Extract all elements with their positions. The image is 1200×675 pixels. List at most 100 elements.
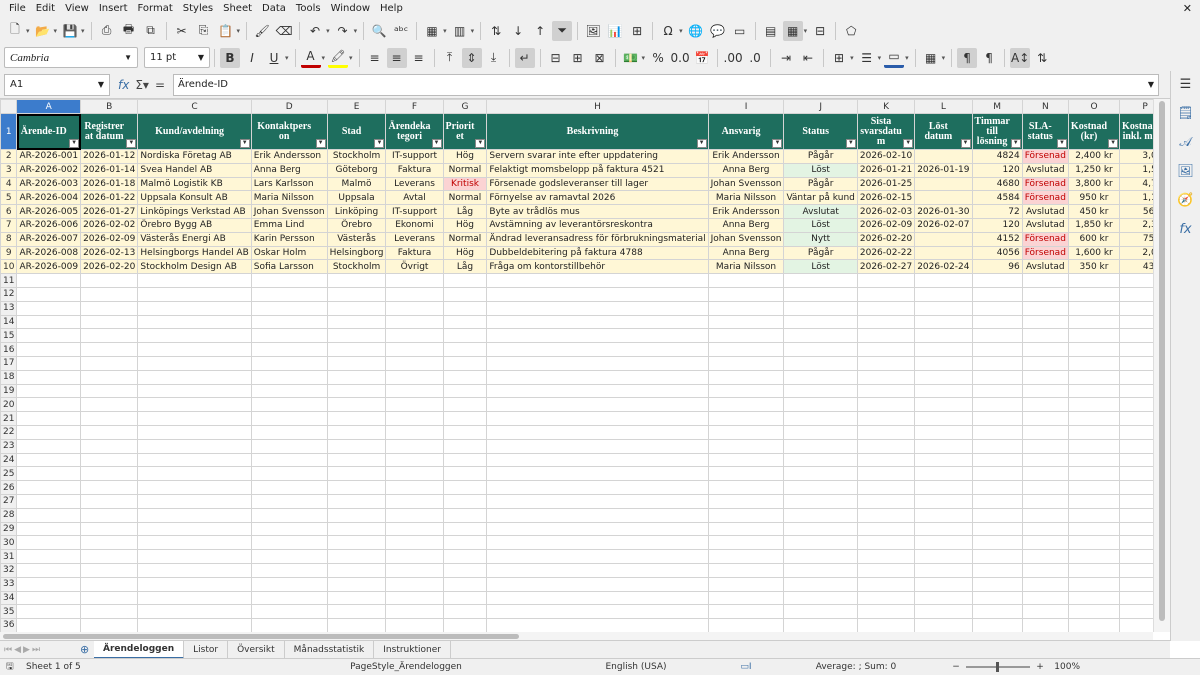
cell[interactable] bbox=[707, 286, 785, 302]
cell[interactable] bbox=[783, 535, 858, 551]
cell[interactable] bbox=[442, 424, 488, 440]
cell[interactable]: 2026-02-02 bbox=[80, 217, 139, 233]
zoom-out-icon[interactable]: − bbox=[946, 662, 966, 672]
cell[interactable] bbox=[856, 549, 916, 564]
cell[interactable] bbox=[783, 273, 858, 288]
cell[interactable] bbox=[442, 300, 488, 316]
cell[interactable] bbox=[326, 618, 387, 632]
font-color-icon[interactable]: A bbox=[300, 48, 321, 68]
cell[interactable]: Pågår bbox=[783, 245, 858, 261]
cell[interactable] bbox=[80, 452, 139, 468]
cell[interactable] bbox=[1067, 342, 1121, 357]
cell[interactable] bbox=[1021, 590, 1069, 606]
cell[interactable] bbox=[783, 452, 858, 468]
cell[interactable] bbox=[385, 355, 444, 371]
cell[interactable] bbox=[1119, 590, 1153, 606]
cell[interactable] bbox=[1021, 507, 1069, 523]
cell[interactable]: Avslutad bbox=[1021, 204, 1069, 219]
menu-styles[interactable]: Styles bbox=[178, 3, 218, 14]
cell[interactable] bbox=[783, 424, 858, 440]
cell[interactable]: 2026-02-20 bbox=[856, 231, 916, 247]
cell[interactable] bbox=[385, 576, 444, 592]
cell[interactable]: Anna Berg bbox=[707, 217, 785, 233]
header-footer-icon[interactable]: ▭ bbox=[730, 21, 750, 41]
row-header[interactable]: 21 bbox=[0, 411, 18, 426]
paste-icon[interactable]: 📋 bbox=[216, 21, 236, 41]
cell[interactable] bbox=[486, 521, 709, 537]
cell[interactable] bbox=[326, 342, 387, 357]
cell[interactable] bbox=[385, 300, 444, 316]
row-header[interactable]: 17 bbox=[0, 355, 18, 371]
cell[interactable] bbox=[16, 562, 82, 578]
select-all-corner[interactable] bbox=[0, 99, 18, 114]
cell[interactable] bbox=[856, 411, 916, 426]
cell[interactable]: Normal bbox=[442, 231, 488, 247]
cell[interactable] bbox=[914, 328, 973, 344]
cell[interactable]: AR-2026-006 bbox=[16, 217, 82, 233]
cell[interactable]: Anna Berg bbox=[707, 162, 785, 178]
clear-formatting-icon[interactable]: ⌫ bbox=[274, 21, 294, 41]
cell[interactable] bbox=[385, 452, 444, 468]
cell[interactable] bbox=[1067, 424, 1121, 440]
cell[interactable]: 2026-01-27 bbox=[80, 204, 139, 219]
cell[interactable]: Erik Andersson bbox=[250, 149, 328, 164]
cell[interactable]: Linköpings Verkstad AB bbox=[137, 204, 252, 219]
cell[interactable] bbox=[971, 273, 1023, 288]
cell[interactable]: Örebro Bygg AB bbox=[137, 217, 252, 233]
row-header[interactable]: 31 bbox=[0, 549, 18, 564]
cell[interactable] bbox=[442, 411, 488, 426]
cell[interactable] bbox=[1021, 411, 1069, 426]
cell[interactable]: 2,313 bbox=[1119, 217, 1153, 233]
cell[interactable] bbox=[80, 355, 139, 371]
cell[interactable] bbox=[442, 604, 488, 620]
column-header-f[interactable]: F bbox=[385, 99, 444, 114]
cell[interactable] bbox=[16, 355, 82, 371]
cell[interactable] bbox=[16, 549, 82, 564]
align-middle-icon[interactable]: ⇕ bbox=[461, 47, 482, 68]
cell[interactable]: 96 bbox=[971, 259, 1023, 275]
autofilter-button[interactable]: ▼ bbox=[126, 139, 137, 148]
cell[interactable] bbox=[971, 328, 1023, 344]
autofilter-button[interactable]: ▼ bbox=[845, 139, 856, 148]
cell[interactable] bbox=[856, 590, 916, 606]
cell[interactable] bbox=[137, 424, 252, 440]
cell[interactable] bbox=[486, 328, 709, 344]
column-header-p[interactable]: P bbox=[1119, 99, 1153, 114]
cell[interactable] bbox=[856, 576, 916, 592]
cell[interactable]: 120 bbox=[971, 217, 1023, 233]
cell[interactable] bbox=[783, 300, 858, 316]
cell[interactable]: Låg bbox=[442, 259, 488, 275]
cell[interactable]: Erik Andersson bbox=[707, 149, 785, 164]
cell[interactable] bbox=[250, 273, 328, 288]
cell[interactable] bbox=[1021, 328, 1069, 344]
cell[interactable] bbox=[1021, 369, 1069, 385]
bold-icon[interactable]: B bbox=[220, 47, 240, 68]
cell[interactable] bbox=[1067, 328, 1121, 344]
cell[interactable] bbox=[914, 466, 973, 482]
cell[interactable]: Löst bbox=[783, 217, 858, 233]
italic-icon[interactable]: I bbox=[242, 48, 262, 68]
cell[interactable] bbox=[914, 493, 973, 509]
cell[interactable] bbox=[1067, 286, 1121, 302]
sheet-tab[interactable]: Instruktioner bbox=[374, 640, 451, 659]
split-window-icon[interactable]: ⊟ bbox=[810, 21, 830, 41]
cell[interactable] bbox=[385, 438, 444, 454]
sheet-tab[interactable]: Översikt bbox=[228, 640, 285, 659]
cell[interactable] bbox=[1021, 466, 1069, 482]
cell[interactable] bbox=[80, 480, 139, 495]
autofilter-button[interactable]: ▼ bbox=[431, 139, 442, 148]
menu-window[interactable]: Window bbox=[326, 3, 375, 14]
cell[interactable] bbox=[1021, 576, 1069, 592]
cell[interactable]: 2026-01-22 bbox=[80, 190, 139, 206]
autofilter-button[interactable]: ▼ bbox=[475, 139, 486, 148]
cell[interactable] bbox=[971, 286, 1023, 302]
cell[interactable]: Leverans bbox=[385, 231, 444, 247]
cell[interactable] bbox=[1119, 383, 1153, 399]
cell[interactable]: AR-2026-001 bbox=[16, 149, 82, 164]
print-preview-icon[interactable]: ⧉ bbox=[141, 21, 161, 41]
gallery-icon[interactable]: 🖼 bbox=[1177, 164, 1194, 179]
row-header[interactable]: 26 bbox=[0, 480, 18, 495]
sheet-tab[interactable]: Listor bbox=[184, 640, 229, 659]
cell[interactable] bbox=[856, 438, 916, 454]
cell[interactable] bbox=[707, 507, 785, 523]
